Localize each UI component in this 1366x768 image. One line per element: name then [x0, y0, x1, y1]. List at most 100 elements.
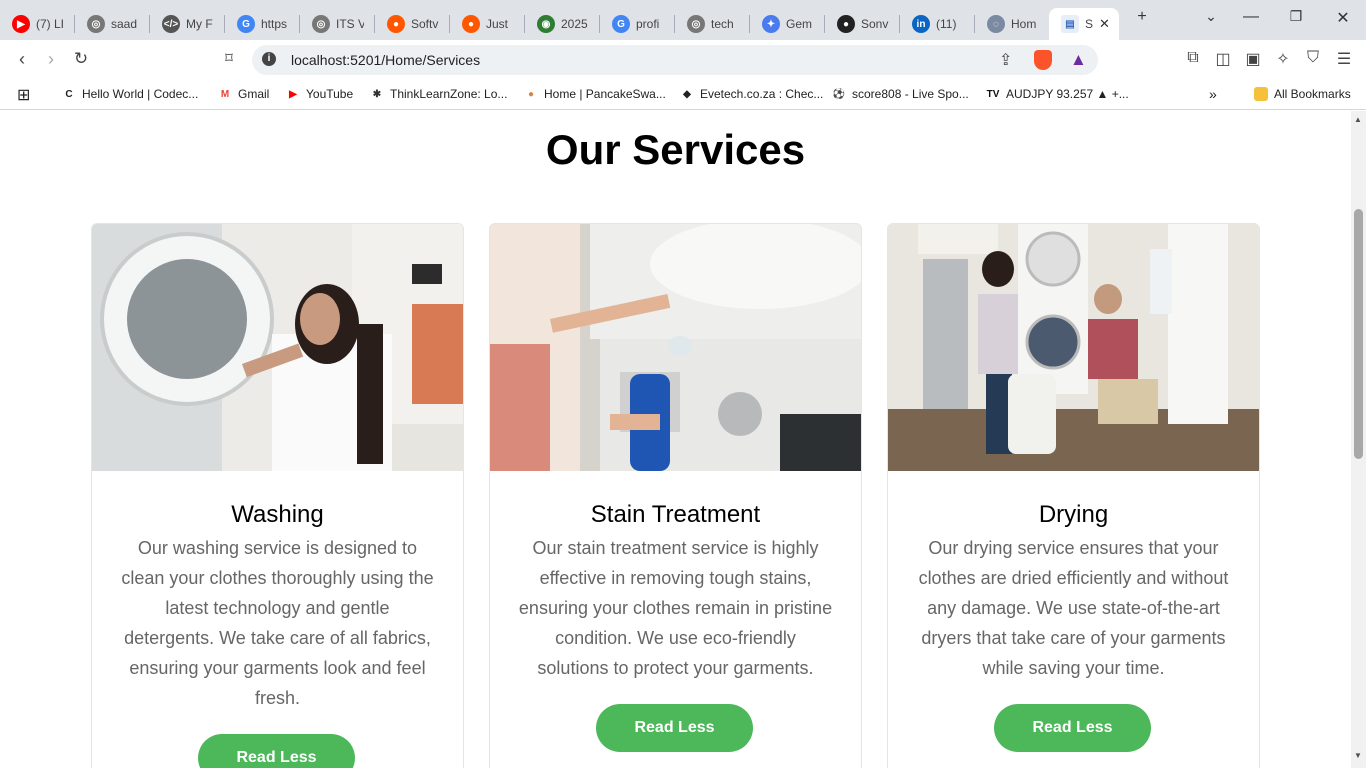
browser-tab[interactable]: ● Just: [450, 8, 524, 40]
bookmark-item[interactable]: ◆ Evetech.co.za : Chec...: [680, 87, 823, 101]
forward-button[interactable]: ›: [40, 49, 62, 70]
page-icon: ▤: [1061, 15, 1079, 33]
tab-title: saad: [111, 17, 138, 31]
bookmark-label: Hello World | Codec...: [82, 87, 199, 101]
browser-tab[interactable]: ◎ saad: [75, 8, 149, 40]
bookmark-label: YouTube: [306, 87, 354, 101]
service-description: Our stain treatment service is highly ef…: [518, 538, 833, 678]
close-tab-icon[interactable]: ✕: [1099, 16, 1110, 32]
bookmark-item[interactable]: ✱ ThinkLearnZone: Lo...: [370, 87, 508, 101]
leo-ai-icon[interactable]: ✧: [1272, 49, 1294, 69]
active-tab[interactable]: ▤ S ✕: [1049, 8, 1119, 40]
read-less-button[interactable]: Read Less: [596, 704, 753, 752]
site-info-icon[interactable]: i: [262, 52, 276, 66]
bookmark-item[interactable]: ⚽ score808 - Live Spo...: [832, 87, 969, 101]
browser-tab[interactable]: Gprofi: [600, 8, 674, 40]
service-card-drying: Drying Our drying service ensures that y…: [887, 223, 1260, 768]
address-bar[interactable]: i localhost:5201/Home/Services ⇪ ▲: [252, 45, 1098, 75]
all-bookmarks-label: All Bookmarks: [1274, 87, 1351, 101]
share-icon[interactable]: ⇪: [999, 50, 1012, 70]
service-title: Washing: [231, 501, 324, 528]
bookmark-label: ThinkLearnZone: Lo...: [390, 87, 508, 101]
page-title: Our Services: [545, 126, 806, 173]
scroll-up-icon[interactable]: ▲: [1354, 115, 1362, 124]
bookmark-label: Gmail: [238, 87, 270, 101]
browser-tab[interactable]: in (11): [900, 8, 974, 40]
vpn-icon[interactable]: ⛉: [1302, 49, 1324, 67]
bookmark-item[interactable]: C Hello World | Codec...: [62, 87, 198, 101]
service-title: Stain Treatment: [590, 501, 761, 528]
tab-favicon-icon: ◎: [687, 15, 705, 33]
brave-rewards-icon[interactable]: ▲: [1070, 50, 1087, 70]
tab-title: Sonv: [861, 17, 889, 31]
browser-tab[interactable]: Ghttps: [225, 8, 299, 40]
tab-title: (7) LI: [36, 17, 64, 31]
tab-strip: ▶ (7) LI ◎ saad </> My F Ghttps ◎ ITS V ● Softv ● Ju…: [0, 0, 1366, 40]
bookmark-favicon-icon: C: [65, 88, 73, 100]
page-scrollbar[interactable]: ▲ ▼: [1351, 111, 1366, 768]
washing-image: [92, 224, 463, 471]
browser-tab[interactable]: ● Sonv: [825, 8, 899, 40]
read-less-button[interactable]: Read Less: [994, 704, 1151, 752]
browser-tab[interactable]: ✦ Gem: [750, 8, 824, 40]
tab-title: Hom: [1011, 17, 1037, 31]
apps-grid-icon[interactable]: ⊞: [17, 85, 30, 105]
bookmark-item[interactable]: ● Home | PancakeSwa...: [524, 87, 666, 101]
bookmark-item[interactable]: ▶ YouTube: [286, 87, 353, 101]
tab-favicon-icon: G: [237, 15, 255, 33]
brave-shield-icon[interactable]: [1034, 50, 1052, 70]
browser-tab[interactable]: </> My F: [150, 8, 224, 40]
minimize-button[interactable]: —: [1239, 8, 1263, 26]
sidebar-icon[interactable]: ◫: [1212, 49, 1234, 69]
browser-tab[interactable]: ● Softv: [375, 8, 449, 40]
tab-title: ITS V: [336, 17, 364, 31]
tab-favicon-icon: ●: [387, 15, 405, 33]
scroll-down-icon[interactable]: ▼: [1354, 751, 1362, 760]
service-card-washing: Washing Our washing service is designed …: [91, 223, 464, 768]
tab-title: Softv: [411, 17, 439, 31]
tab-title: https: [261, 17, 288, 31]
bookmark-favicon-icon: M: [220, 88, 230, 100]
bookmark-label: AUDJPY 93.257 ▲ +...: [1006, 87, 1129, 101]
tab-favicon-icon: ◎: [312, 15, 330, 33]
browser-tab[interactable]: ◎ tech: [675, 8, 749, 40]
bookmark-item[interactable]: TV AUDJPY 93.257 ▲ +...: [986, 87, 1129, 101]
browser-tab[interactable]: ▶ (7) LI: [0, 8, 74, 40]
restore-button[interactable]: ❐: [1284, 8, 1308, 25]
tabs-list: ▶ (7) LI ◎ saad </> My F Ghttps ◎ ITS V ● Softv ● Ju…: [0, 0, 1049, 40]
read-less-button[interactable]: Read Less: [198, 734, 355, 768]
all-bookmarks-folder[interactable]: All Bookmarks: [1254, 87, 1351, 101]
extensions-icon[interactable]: ⧉: [1182, 49, 1204, 67]
back-button[interactable]: ‹: [11, 49, 33, 70]
bookmark-favicon-icon: ▶: [289, 88, 297, 100]
tab-favicon-icon: ✦: [762, 15, 780, 33]
url-text[interactable]: localhost:5201/Home/Services: [291, 52, 480, 68]
browser-tab[interactable]: ◌ Hom: [975, 8, 1049, 40]
service-description: Our drying service ensures that your clo…: [918, 538, 1229, 678]
service-card-stain-treatment: Stain Treatment Our stain treatment serv…: [489, 223, 862, 768]
tab-favicon-icon: in: [912, 15, 930, 33]
bookmark-page-icon[interactable]: ⌑: [218, 49, 240, 67]
folder-icon: [1254, 87, 1268, 101]
bookmark-favicon-icon: ●: [527, 88, 535, 100]
browser-tab[interactable]: ◉ 2025: [525, 8, 599, 40]
tab-title: Just: [486, 17, 509, 31]
bookmark-favicon-icon: ⚽: [832, 88, 846, 100]
browser-tab[interactable]: ◎ ITS V: [300, 8, 374, 40]
tab-title: Gem: [786, 17, 813, 31]
tab-title: profi: [636, 17, 660, 31]
bookmark-item[interactable]: M Gmail: [218, 87, 270, 101]
new-tab-button[interactable]: +: [1130, 8, 1154, 26]
bookmark-label: score808 - Live Spo...: [852, 87, 969, 101]
more-bookmarks-icon[interactable]: »: [1209, 86, 1217, 102]
reload-button[interactable]: ↻: [70, 49, 92, 69]
tab-title: (11): [936, 17, 957, 31]
menu-icon[interactable]: ☰: [1333, 49, 1355, 69]
close-window-button[interactable]: ✕: [1331, 8, 1355, 28]
drying-image: [888, 224, 1259, 471]
tab-search-chevron-icon[interactable]: ⌄: [1199, 8, 1223, 25]
scrollbar-thumb[interactable]: [1354, 209, 1363, 459]
stain-treatment-image: [490, 224, 861, 471]
tab-favicon-icon: ◉: [537, 15, 555, 33]
wallet-icon[interactable]: ▣: [1242, 49, 1264, 69]
